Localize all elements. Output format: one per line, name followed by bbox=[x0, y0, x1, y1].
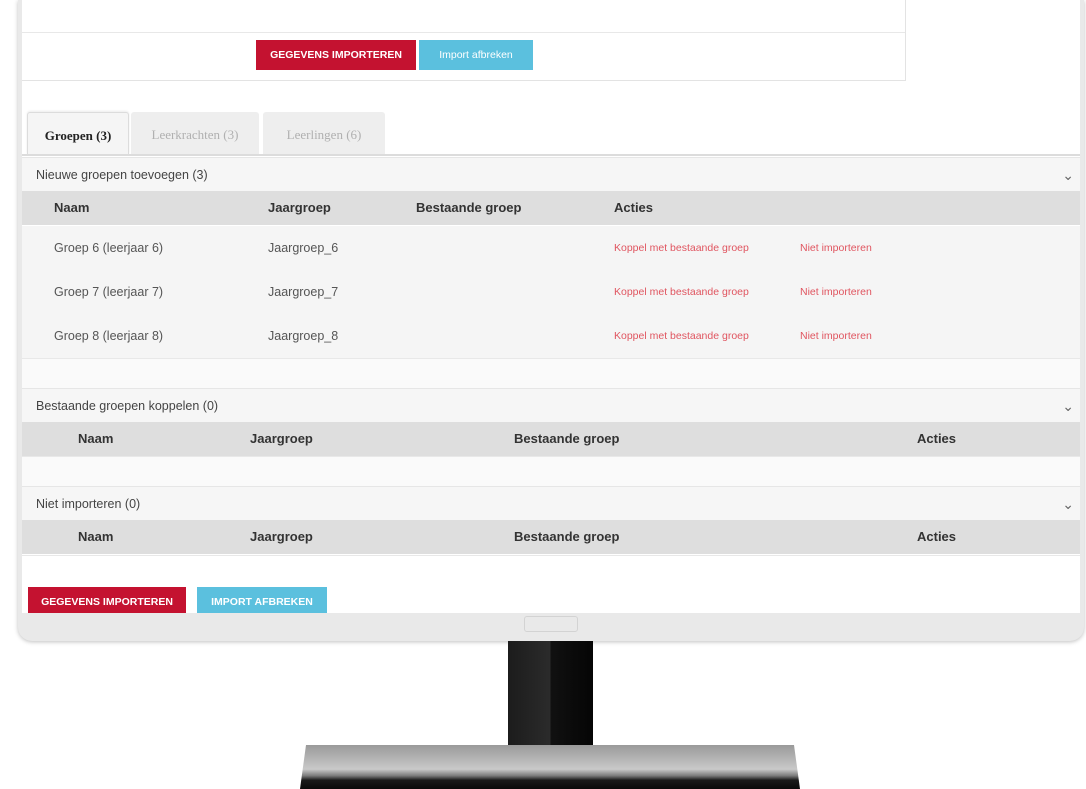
cell-jaargroep: Jaargroep_8 bbox=[268, 329, 339, 343]
cancel-import-button-top[interactable]: Import afbreken bbox=[419, 40, 533, 70]
divider bbox=[22, 32, 905, 33]
column-header-acties: Acties bbox=[917, 529, 957, 544]
monitor-stand-neck bbox=[508, 641, 593, 753]
monitor-logo bbox=[524, 616, 578, 632]
column-header-naam: Naam bbox=[78, 431, 114, 446]
section-title: Niet importeren (0) bbox=[36, 497, 141, 511]
column-header-bestaande-groep: Bestaande groep bbox=[514, 529, 620, 544]
column-header-acties: Acties bbox=[917, 431, 957, 446]
table-row: Groep 6 (leerjaar 6) Jaargroep_6 Koppel … bbox=[22, 226, 1080, 271]
section-title: Nieuwe groepen toevoegen (3) bbox=[36, 168, 208, 182]
table-header: Naam Jaargroep Bestaande groep Acties bbox=[22, 191, 1080, 225]
link-existing-group-link[interactable]: Koppel met bestaande groep bbox=[614, 314, 749, 358]
cell-naam: Groep 6 (leerjaar 6) bbox=[54, 241, 164, 255]
column-header-bestaande-groep: Bestaande groep bbox=[514, 431, 620, 446]
column-header-jaargroep: Jaargroep bbox=[268, 200, 331, 215]
skip-import-link[interactable]: Niet importeren bbox=[800, 314, 872, 358]
section-spacer bbox=[22, 456, 1080, 487]
cell-naam: Groep 8 (leerjaar 8) bbox=[54, 329, 164, 343]
column-header-jaargroep: Jaargroep bbox=[250, 431, 313, 446]
skip-import-link[interactable]: Niet importeren bbox=[800, 270, 872, 314]
cell-jaargroep: Jaargroep_6 bbox=[268, 241, 339, 255]
section-spacer bbox=[22, 358, 1080, 389]
section-title: Bestaande groepen koppelen (0) bbox=[36, 399, 219, 413]
column-header-bestaande-groep: Bestaande groep bbox=[416, 200, 522, 215]
table-row: Groep 7 (leerjaar 7) Jaargroep_7 Koppel … bbox=[22, 270, 1080, 315]
section-header-skip-groups[interactable]: Niet importeren (0) ⌄ bbox=[22, 486, 1080, 520]
column-header-jaargroep: Jaargroep bbox=[250, 529, 313, 544]
chevron-down-icon[interactable]: ⌄ bbox=[1062, 158, 1074, 192]
cancel-import-button-bottom[interactable]: IMPORT AFBREKEN bbox=[197, 587, 327, 613]
import-data-button-top[interactable]: GEGEVENS IMPORTEREN bbox=[256, 40, 416, 70]
chevron-down-icon[interactable]: ⌄ bbox=[1062, 487, 1074, 521]
top-action-panel: GEGEVENS IMPORTEREN Import afbreken bbox=[22, 0, 906, 81]
monitor-stand-base bbox=[300, 745, 800, 789]
skip-import-link[interactable]: Niet importeren bbox=[800, 226, 872, 270]
table-header: Naam Jaargroep Bestaande groep Acties bbox=[22, 520, 1080, 554]
column-header-naam: Naam bbox=[54, 200, 90, 215]
table-row: Groep 8 (leerjaar 8) Jaargroep_8 Koppel … bbox=[22, 314, 1080, 359]
cell-naam: Groep 7 (leerjaar 7) bbox=[54, 285, 164, 299]
cell-jaargroep: Jaargroep_7 bbox=[268, 285, 339, 299]
link-existing-group-link[interactable]: Koppel met bestaande groep bbox=[614, 226, 749, 270]
chevron-down-icon[interactable]: ⌄ bbox=[1062, 389, 1074, 423]
section-header-link-groups[interactable]: Bestaande groepen koppelen (0) ⌄ bbox=[22, 388, 1080, 422]
column-header-naam: Naam bbox=[78, 529, 114, 544]
import-data-button-bottom[interactable]: GEGEVENS IMPORTEREN bbox=[28, 587, 186, 613]
table-header: Naam Jaargroep Bestaande groep Acties bbox=[22, 422, 1080, 456]
section-header-new-groups[interactable]: Nieuwe groepen toevoegen (3) ⌄ bbox=[22, 157, 1080, 191]
tab-leerkrachten[interactable]: Leerkrachten (3) bbox=[131, 112, 259, 154]
link-existing-group-link[interactable]: Koppel met bestaande groep bbox=[614, 270, 749, 314]
app-screen: GEGEVENS IMPORTEREN Import afbreken Groe… bbox=[22, 0, 1080, 613]
tab-leerlingen[interactable]: Leerlingen (6) bbox=[263, 112, 385, 154]
monitor-frame: GEGEVENS IMPORTEREN Import afbreken Groe… bbox=[18, 0, 1084, 641]
tab-groepen[interactable]: Groepen (3) bbox=[27, 112, 129, 155]
column-header-acties: Acties bbox=[614, 200, 654, 215]
tab-underline bbox=[22, 154, 1080, 156]
